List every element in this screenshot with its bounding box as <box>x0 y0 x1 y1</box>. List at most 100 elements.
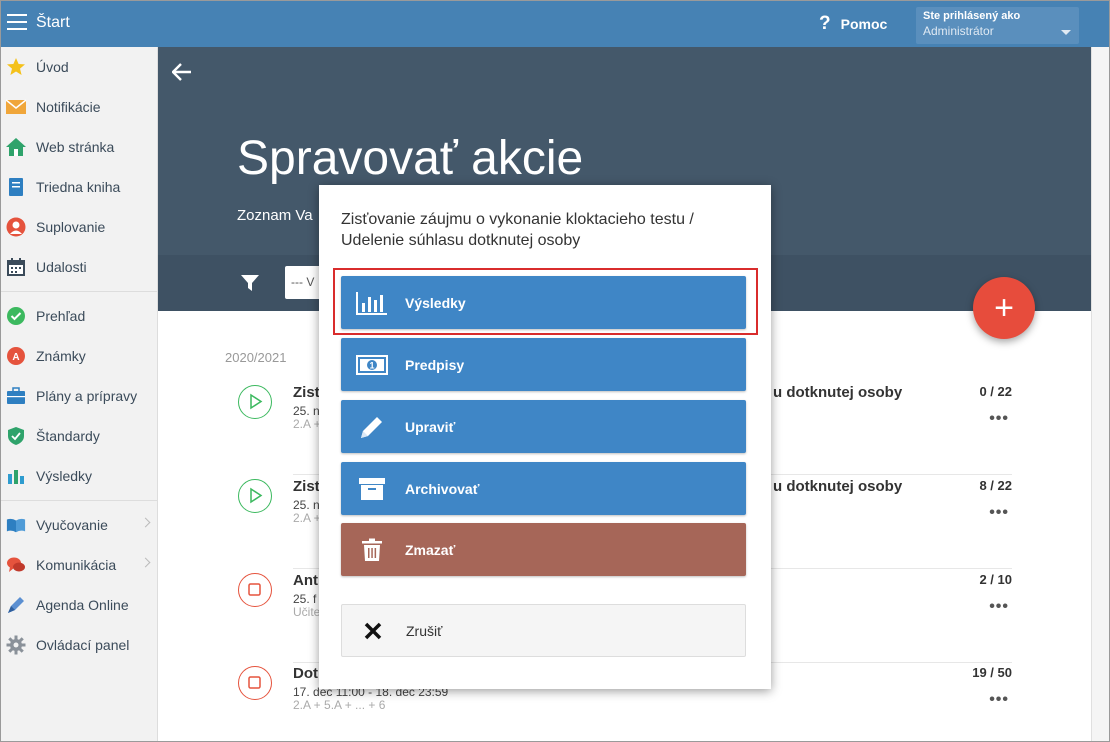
close-icon <box>357 617 389 645</box>
sidebar-divider <box>1 500 157 501</box>
sidebar-item-label: Štandardy <box>36 428 100 444</box>
question-icon: ? <box>819 13 831 34</box>
sidebar-item-standardy[interactable]: Štandardy <box>1 416 157 456</box>
scrollbar[interactable] <box>1091 47 1109 741</box>
sidebar-item-label: Ovládací panel <box>36 637 130 653</box>
page-title: Spravovať akcie <box>237 132 584 185</box>
chevron-right-icon <box>140 557 151 568</box>
stop-icon <box>238 666 272 700</box>
more-options-icon[interactable]: ••• <box>989 691 1009 709</box>
app-window: Štart ? Pomoc Ste prihlásený ako Adminis… <box>0 0 1110 742</box>
pencil-icon <box>356 413 388 441</box>
sidebar-item-label: Výsledky <box>36 468 93 484</box>
archive-box-icon <box>356 475 388 503</box>
chevron-down-icon <box>1061 30 1071 35</box>
sidebar-item-label: Udalosti <box>36 259 87 275</box>
item-date: 25. n <box>293 404 320 418</box>
dialog-title: Zisťovanie záujmu o vykonanie kloktacieh… <box>341 211 694 249</box>
item-title: Zist <box>293 384 320 401</box>
sidebar-item-notifikacie[interactable]: Notifikácie <box>1 87 157 127</box>
grade-icon: A <box>6 346 26 366</box>
gear-icon <box>6 635 26 655</box>
item-classes: 2.A + <box>293 511 321 525</box>
edit-button[interactable]: Upraviť <box>341 400 746 453</box>
sidebar-item-prehlad[interactable]: Prehľad <box>1 296 157 336</box>
sidebar-item-label: Úvod <box>36 59 69 75</box>
sidebar-item-vyucovanie[interactable]: Vyučovanie <box>1 505 157 545</box>
archive-label: Archivovať <box>405 480 480 497</box>
sidebar-item-label: Prehľad <box>36 308 86 324</box>
house-icon <box>6 137 26 157</box>
sidebar-item-label: Notifikácie <box>36 99 101 115</box>
help-button[interactable]: ? Pomoc <box>819 13 887 35</box>
stop-icon <box>238 573 272 607</box>
cancel-button[interactable]: Zrušiť <box>341 604 746 657</box>
bar-chart-icon <box>356 289 388 317</box>
item-title: Ant <box>293 572 318 589</box>
results-label: Výsledky <box>405 294 466 311</box>
more-options-icon[interactable]: ••• <box>989 598 1009 616</box>
user-name: Administrátor <box>923 24 994 38</box>
bar-chart-icon <box>6 466 26 486</box>
chat-icon <box>6 555 26 575</box>
sidebar-item-label: Triedna kniha <box>36 179 121 195</box>
sidebar-item-label: Vyučovanie <box>36 517 108 533</box>
item-title: Dot <box>293 665 318 682</box>
svg-text:1: 1 <box>369 360 374 370</box>
prescriptions-button[interactable]: 1 Predpisy <box>341 338 746 391</box>
archive-button[interactable]: Archivovať <box>341 462 746 515</box>
sidebar-item-ovladaci-panel[interactable]: Ovládací panel <box>1 625 157 665</box>
sidebar-item-agenda-online[interactable]: Agenda Online <box>1 585 157 625</box>
item-title: Zist <box>293 478 320 495</box>
book-icon <box>6 177 26 197</box>
sidebar: Úvod Notifikácie Web stránka Triedna kni… <box>1 47 158 741</box>
edit-label: Upraviť <box>405 418 456 435</box>
help-label: Pomoc <box>840 16 888 32</box>
chevron-right-icon <box>140 517 151 528</box>
filter-icon[interactable] <box>241 275 259 296</box>
delete-button[interactable]: Zmazať <box>341 523 746 576</box>
item-date: 25. n <box>293 498 320 512</box>
more-options-icon[interactable]: ••• <box>989 410 1009 428</box>
sidebar-item-komunikacia[interactable]: Komunikácia <box>1 545 157 585</box>
user-menu[interactable]: Ste prihlásený ako Administrátor <box>916 7 1079 44</box>
item-title-tail: u dotknutej osoby <box>773 478 903 495</box>
sidebar-item-label: Komunikácia <box>36 557 117 573</box>
item-count: 0 / 22 <box>979 384 1012 399</box>
brand-start-link[interactable]: Štart <box>36 14 70 32</box>
sidebar-item-label: Známky <box>36 348 86 364</box>
item-count: 19 / 50 <box>972 665 1012 680</box>
cancel-label: Zrušiť <box>406 622 443 639</box>
item-count: 8 / 22 <box>979 478 1012 493</box>
top-bar: Štart ? Pomoc Ste prihlásený ako Adminis… <box>1 1 1109 47</box>
prescriptions-label: Predpisy <box>405 356 465 373</box>
money-bill-icon: 1 <box>356 351 388 379</box>
sidebar-item-uvod[interactable]: Úvod <box>1 47 157 87</box>
sidebar-item-plany-a-pripravy[interactable]: Plány a prípravy <box>1 376 157 416</box>
star-icon <box>6 57 26 77</box>
play-icon <box>238 479 272 513</box>
item-title-tail: u dotknutej osoby <box>773 384 903 401</box>
sidebar-item-web-stranka[interactable]: Web stránka <box>1 127 157 167</box>
back-arrow-icon[interactable] <box>171 61 192 87</box>
play-icon <box>238 385 272 419</box>
sidebar-divider <box>1 291 157 292</box>
sidebar-item-label: Web stránka <box>36 139 115 155</box>
shield-icon <box>6 426 26 446</box>
pen-icon <box>6 595 26 615</box>
sidebar-item-znamky[interactable]: A Známky <box>1 336 157 376</box>
sidebar-item-suplovanie[interactable]: Suplovanie <box>1 207 157 247</box>
item-classes: 2.A + <box>293 417 321 431</box>
delete-label: Zmazať <box>405 541 456 558</box>
check-circle-icon <box>6 306 26 326</box>
sidebar-item-vysledky[interactable]: Výsledky <box>1 456 157 496</box>
trash-icon <box>356 536 388 564</box>
item-classes: Učite <box>293 605 321 619</box>
results-button[interactable]: Výsledky <box>341 276 746 329</box>
add-action-button[interactable]: + <box>973 277 1035 339</box>
hamburger-menu-icon[interactable] <box>7 14 27 32</box>
sidebar-item-triedna-kniha[interactable]: Triedna kniha <box>1 167 157 207</box>
envelope-icon <box>6 97 26 117</box>
sidebar-item-udalosti[interactable]: Udalosti <box>1 247 157 287</box>
more-options-icon[interactable]: ••• <box>989 504 1009 522</box>
